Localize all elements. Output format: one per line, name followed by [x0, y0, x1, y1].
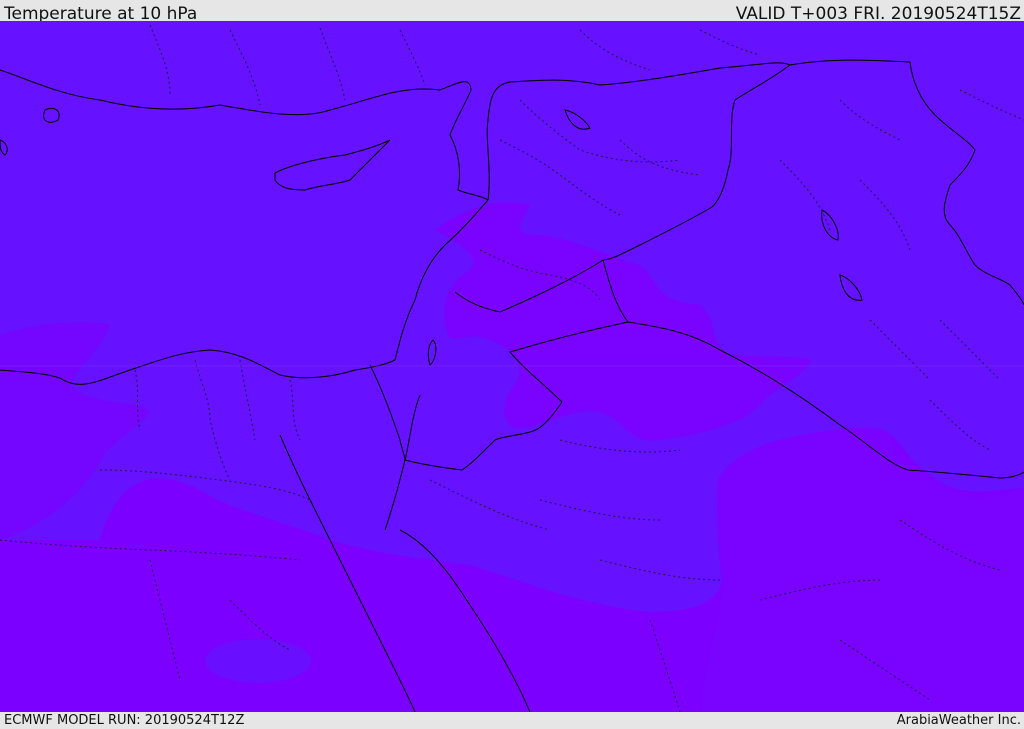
credit-label: ArabiaWeather Inc. — [896, 713, 1021, 728]
header-bar: Temperature at 10 hPa VALID T+003 FRI. 2… — [0, 0, 1024, 24]
temperature-map — [0, 21, 1024, 712]
map-panel[interactable] — [0, 21, 1024, 712]
model-run-label: ECMWF MODEL RUN: 20190524T12Z — [4, 713, 245, 728]
field-warm-bubble — [205, 639, 311, 683]
footer-bar: ECMWF MODEL RUN: 20190524T12Z ArabiaWeat… — [0, 712, 1024, 729]
